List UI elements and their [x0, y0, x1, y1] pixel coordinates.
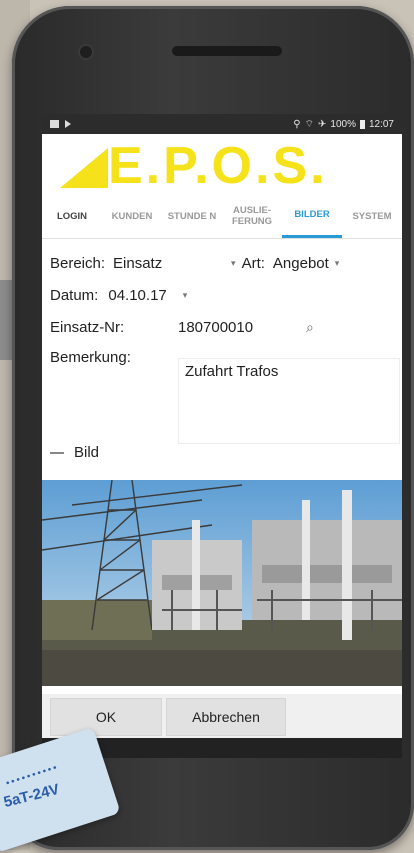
wifi-icon: ⌔	[304, 118, 314, 130]
clock: 12:07	[368, 118, 394, 130]
datum-value: 04.10.17	[108, 286, 167, 304]
cancel-button[interactable]: Abbrechen	[166, 698, 286, 736]
button-bar: OK Abbrechen	[42, 694, 402, 738]
art-value: Angebot	[272, 254, 329, 272]
tab-auslieferung[interactable]: AUSLIE-FERUNG	[222, 194, 282, 238]
tab-kunden[interactable]: KUNDEN	[102, 194, 162, 238]
bereich-label: Bereich:	[50, 254, 106, 272]
bereich-dropdown-icon[interactable]: ▾	[231, 258, 236, 269]
tab-system[interactable]: SYSTEM	[342, 194, 402, 238]
datum-dropdown-icon: ▾	[182, 289, 188, 300]
location-icon: ⚲	[293, 118, 301, 130]
logo-text: E.P.O.S.	[108, 137, 328, 195]
tab-bilder[interactable]: BILDER	[282, 194, 342, 238]
front-camera	[80, 46, 92, 58]
bild-label: Bild	[74, 444, 100, 461]
tab-stunden[interactable]: STUNDE N	[162, 194, 222, 238]
substation-photo	[42, 480, 402, 686]
datum-label: Datum:	[50, 286, 99, 304]
tab-bar: LOGIN KUNDEN STUNDE N AUSLIE-FERUNG BILD…	[42, 194, 402, 239]
play-notification-icon	[65, 120, 71, 128]
bereich-select[interactable]: Einsatz	[113, 255, 225, 272]
bemerkung-value: Zufahrt Trafos	[185, 363, 279, 380]
app-logo: E.P.O.S.	[42, 134, 402, 195]
einsatz-field[interactable]: 180700010	[178, 319, 306, 336]
status-bar: ⚲ ⌔ ✈ 100% 12:07	[42, 114, 402, 134]
logo-triangle-icon	[60, 148, 108, 188]
bild-section-toggle[interactable]: Bild	[50, 444, 99, 461]
einsatz-label: Einsatz-Nr:	[50, 318, 125, 336]
art-dropdown-icon: ▾	[334, 257, 340, 268]
collapse-icon	[50, 451, 64, 454]
ok-button[interactable]: OK	[50, 698, 162, 736]
search-icon[interactable]: ⌕	[306, 319, 314, 336]
app-screen: ⚲ ⌔ ✈ 100% 12:07 E.P.O.S. LOGIN KUNDEN S…	[42, 114, 402, 758]
airplane-icon: ✈	[318, 118, 327, 130]
battery-icon	[359, 119, 365, 129]
battery-percent: 100%	[330, 118, 356, 130]
gallery-notification-icon	[50, 120, 59, 128]
phone-frame: ⚲ ⌔ ✈ 100% 12:07 E.P.O.S. LOGIN KUNDEN S…	[12, 6, 414, 850]
earpiece-speaker	[172, 46, 282, 56]
bemerkung-textarea[interactable]: Zufahrt Trafos	[178, 358, 400, 444]
datum-select[interactable]: 04.10.17 ▾	[108, 287, 187, 304]
photo-illustration	[42, 480, 402, 686]
bemerkung-label: Bemerkung:	[50, 349, 131, 366]
bereich-value: Einsatz	[113, 254, 163, 272]
art-label: Art:	[241, 254, 265, 272]
tab-login[interactable]: LOGIN	[42, 194, 102, 238]
art-select[interactable]: Angebot ▾	[273, 255, 339, 272]
